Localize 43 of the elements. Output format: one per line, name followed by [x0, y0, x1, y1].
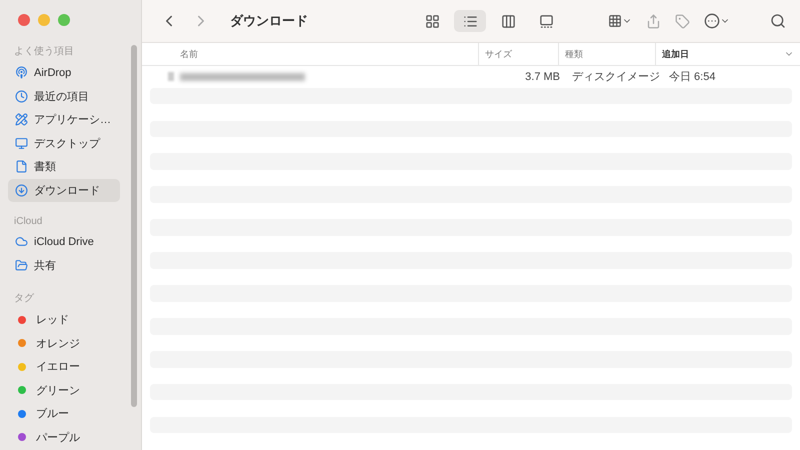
column-header[interactable]: サイズ	[478, 43, 558, 65]
section-heading: タグ	[13, 292, 35, 306]
search-icon	[770, 13, 786, 30]
sidebar-item[interactable]: ダウンロード	[8, 178, 120, 202]
size-cell-text: 3.7 MB	[524, 70, 561, 83]
clock-icon	[15, 90, 28, 103]
download-icon	[15, 184, 28, 197]
window-title: ダウンロード	[230, 12, 308, 30]
list-icon	[462, 14, 478, 29]
sidebar-item[interactable]: デスクトップ	[8, 132, 120, 155]
sidebar-item[interactable]: アプリケーシ…	[8, 108, 120, 132]
tag-item[interactable]: パープル	[8, 426, 120, 449]
sidebar-item[interactable]: 共有	[8, 254, 120, 277]
column-header[interactable]: 種類	[558, 43, 655, 65]
column-header[interactable]: 追加日	[655, 43, 800, 65]
tag-icon	[675, 14, 690, 29]
list-view-button[interactable]	[454, 10, 486, 32]
scrollbar[interactable]	[131, 45, 137, 407]
gallery-icon	[538, 14, 554, 29]
close-button[interactable]	[18, 14, 30, 26]
section-heading: iCloud	[13, 215, 44, 229]
tag-item[interactable]: オレンジ	[8, 332, 120, 355]
sidebar-item[interactable]: 書類	[8, 155, 120, 178]
kind-cell-text: ディスクイメージ	[571, 70, 661, 84]
grid-icon	[608, 14, 622, 28]
sidebar-item[interactable]: AirDrop	[8, 61, 120, 84]
date-cell-text: 今日 6:54	[668, 70, 716, 84]
monitor-icon	[15, 136, 28, 150]
tag-item[interactable]: レッド	[8, 308, 120, 332]
shared-folder-icon	[15, 258, 28, 272]
sidebar-item[interactable]: iCloud Drive	[8, 230, 120, 254]
column-header[interactable]: 名前	[142, 43, 478, 65]
tag-item[interactable]: イエロー	[8, 355, 120, 378]
columns-icon	[500, 14, 516, 29]
cloud-icon	[15, 235, 28, 248]
tag-item[interactable]: ブルー	[8, 402, 120, 426]
ellipsis-icon	[704, 13, 720, 30]
grid-icon	[424, 14, 440, 29]
section-heading: よく使う項目	[13, 45, 75, 59]
sidebar-item[interactable]: 最近の項目	[8, 84, 120, 108]
document-icon	[15, 160, 28, 174]
share-icon	[646, 14, 661, 29]
tag-item[interactable]: グリーン	[8, 378, 120, 402]
